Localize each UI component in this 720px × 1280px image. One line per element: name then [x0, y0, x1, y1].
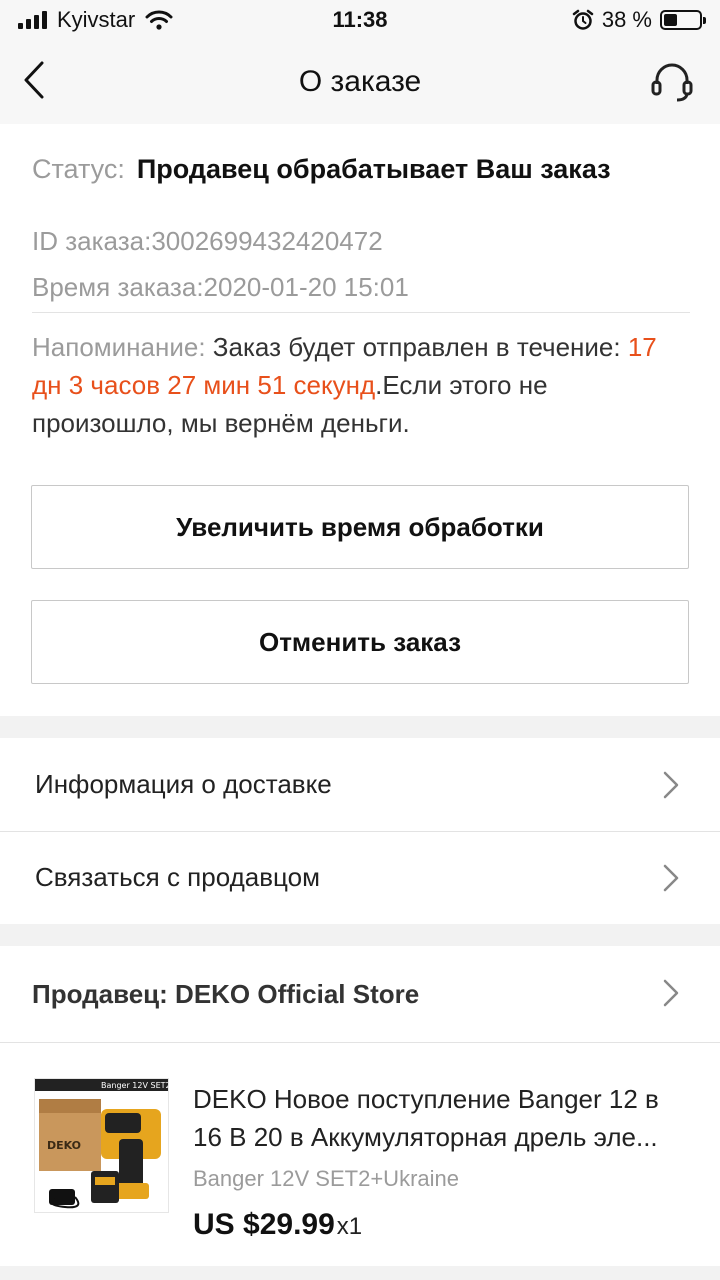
wifi-icon [145, 10, 173, 30]
status-value: Продавец обрабатывает Ваш заказ [136, 154, 611, 184]
order-status: Статус: Продавец обрабатывает Ваш заказ [32, 154, 611, 185]
order-details-screen: Kyivstar 11:38 38 % О заказе Статус: Про… [0, 0, 720, 1280]
reminder-text: Напоминание: Заказ будет отправлен в теч… [32, 328, 692, 442]
seller-row[interactable]: Продавец: DEKO Official Store [0, 946, 720, 1042]
page-title: О заказе [298, 65, 422, 98]
product-price-line: US $29.99 x1 [193, 1208, 362, 1242]
headset-icon[interactable] [650, 60, 694, 104]
contact-seller-row[interactable]: Связаться с продавцом [0, 831, 720, 924]
drill-set-picture: Banger 12V SET2 DEKO [35, 1079, 169, 1209]
seller-name: Продавец: DEKO Official Store [32, 978, 420, 1009]
reminder-label: Напоминание: [32, 332, 206, 362]
battery-level [664, 14, 677, 26]
delivery-info-row[interactable]: Информация о доставке [0, 738, 720, 831]
product-variant: Banger 12V SET2+Ukraine [193, 1166, 459, 1191]
status-label: Статус: [32, 154, 125, 184]
reminder-body: Заказ будет отправлен в течение: [205, 332, 628, 362]
alarm-icon [572, 9, 594, 30]
delivery-info-label: Информация о доставке [35, 769, 332, 799]
extend-processing-time-button[interactable]: Увеличить время обработки [31, 485, 689, 569]
signal-icon [18, 11, 47, 29]
divider [32, 312, 690, 313]
product-image[interactable]: Banger 12V SET2 DEKO [34, 1078, 169, 1213]
battery-icon [660, 10, 706, 30]
product-price: US $29.99 [193, 1208, 335, 1241]
chevron-right-icon [663, 864, 679, 892]
order-time: Время заказа:2020-01-20 15:01 [32, 272, 409, 302]
battery-percent: 38 % [601, 7, 652, 32]
carrier-name: Kyivstar [57, 7, 136, 32]
status-bar: Kyivstar 11:38 38 % [0, 0, 720, 40]
image-brand: DEKO [47, 1139, 81, 1152]
chevron-right-icon [663, 771, 679, 799]
order-id: ID заказа:3002699432420472 [32, 226, 383, 256]
chevron-left-icon [24, 61, 44, 99]
back-button[interactable] [14, 56, 54, 104]
navigation-bar: О заказе [0, 40, 720, 124]
divider [0, 1042, 720, 1043]
image-caption: Banger 12V SET2 [101, 1081, 169, 1090]
product-title[interactable]: DEKO Новое поступление Banger 12 в 16 В … [193, 1080, 693, 1156]
cancel-order-button[interactable]: Отменить заказ [31, 600, 689, 684]
contact-seller-label: Связаться с продавцом [35, 862, 320, 892]
chevron-right-icon [663, 979, 679, 1007]
product-quantity: x1 [336, 1213, 363, 1240]
